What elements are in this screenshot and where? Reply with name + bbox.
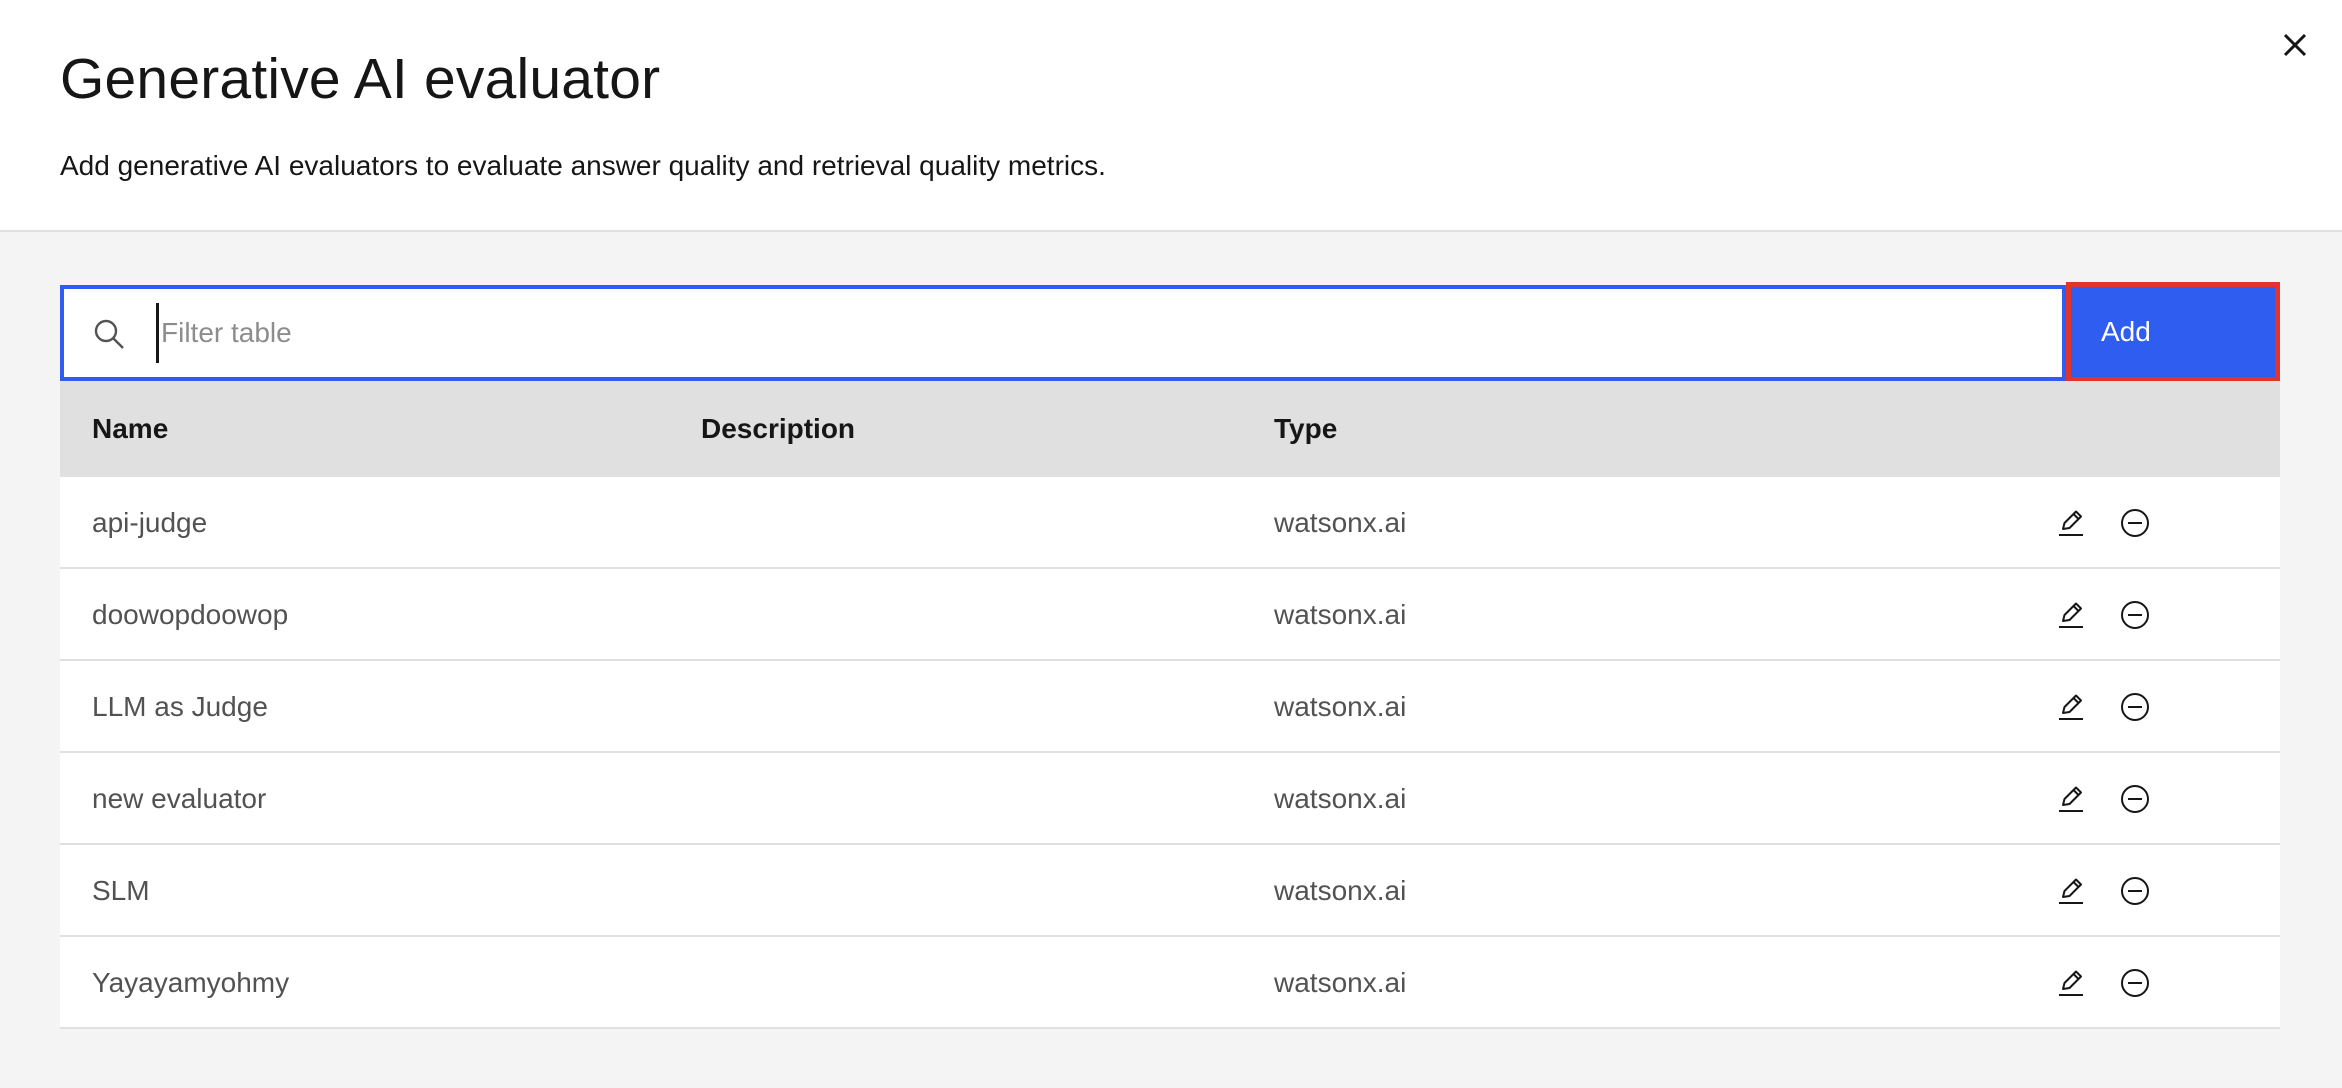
table-row: doowopdoowop watsonx.ai — [60, 569, 2280, 661]
table-row: LLM as Judge watsonx.ai — [60, 661, 2280, 753]
column-header-name[interactable]: Name — [92, 381, 168, 477]
remove-icon — [2121, 969, 2149, 997]
edit-button[interactable] — [2053, 873, 2089, 909]
column-header-description[interactable]: Description — [701, 381, 855, 477]
page-title: Generative AI evaluator — [60, 47, 661, 111]
remove-icon — [2121, 509, 2149, 537]
cell-type: watsonx.ai — [1274, 691, 1407, 722]
edit-icon — [2059, 510, 2083, 536]
edit-button[interactable] — [2053, 689, 2089, 725]
close-icon — [2283, 33, 2307, 57]
remove-button[interactable] — [2117, 781, 2153, 817]
search-box — [60, 285, 2066, 381]
remove-button[interactable] — [2117, 689, 2153, 725]
edit-icon — [2059, 694, 2083, 720]
remove-icon — [2121, 693, 2149, 721]
edit-icon — [2059, 970, 2083, 996]
cell-name: new evaluator — [92, 783, 267, 814]
table-row: new evaluator watsonx.ai — [60, 753, 2280, 845]
search-input[interactable] — [156, 303, 2036, 363]
page-subtitle: Add generative AI evaluators to evaluate… — [60, 150, 1106, 181]
remove-icon — [2121, 785, 2149, 813]
close-button[interactable] — [2270, 20, 2320, 70]
cell-type: watsonx.ai — [1274, 599, 1407, 630]
remove-button[interactable] — [2117, 505, 2153, 541]
cell-type: watsonx.ai — [1274, 783, 1407, 814]
remove-icon — [2121, 877, 2149, 905]
edit-icon — [2059, 786, 2083, 812]
cell-type: watsonx.ai — [1274, 967, 1407, 998]
cell-name: doowopdoowop — [92, 599, 289, 630]
edit-button[interactable] — [2053, 597, 2089, 633]
edit-button[interactable] — [2053, 505, 2089, 541]
cell-type: watsonx.ai — [1274, 875, 1407, 906]
remove-button[interactable] — [2117, 965, 2153, 1001]
evaluator-table: Name Description Type api-judge watsonx.… — [60, 381, 2280, 1029]
table-header: Name Description Type — [60, 381, 2280, 477]
edit-button[interactable] — [2053, 781, 2089, 817]
search-icon — [94, 319, 124, 349]
edit-icon — [2059, 878, 2083, 904]
table-toolbar: Add — [60, 282, 2280, 382]
cell-type: watsonx.ai — [1274, 507, 1407, 538]
remove-button[interactable] — [2117, 873, 2153, 909]
remove-button[interactable] — [2117, 597, 2153, 633]
table-row: SLM watsonx.ai — [60, 845, 2280, 937]
cell-name: Yayayamyohmy — [92, 967, 290, 998]
table-row: Yayayamyohmy watsonx.ai — [60, 937, 2280, 1029]
table-body: api-judge watsonx.ai doowopdoowop watson… — [60, 477, 2280, 1029]
edit-icon — [2059, 602, 2083, 628]
modal-header: Generative AI evaluator Add generative A… — [0, 0, 2342, 232]
remove-icon — [2121, 601, 2149, 629]
edit-button[interactable] — [2053, 965, 2089, 1001]
add-button[interactable]: Add — [2066, 282, 2280, 382]
cell-name: api-judge — [92, 507, 208, 538]
table-row: api-judge watsonx.ai — [60, 477, 2280, 569]
cell-name: SLM — [92, 875, 150, 906]
cell-name: LLM as Judge — [92, 691, 268, 722]
column-header-type[interactable]: Type — [1274, 381, 1337, 477]
